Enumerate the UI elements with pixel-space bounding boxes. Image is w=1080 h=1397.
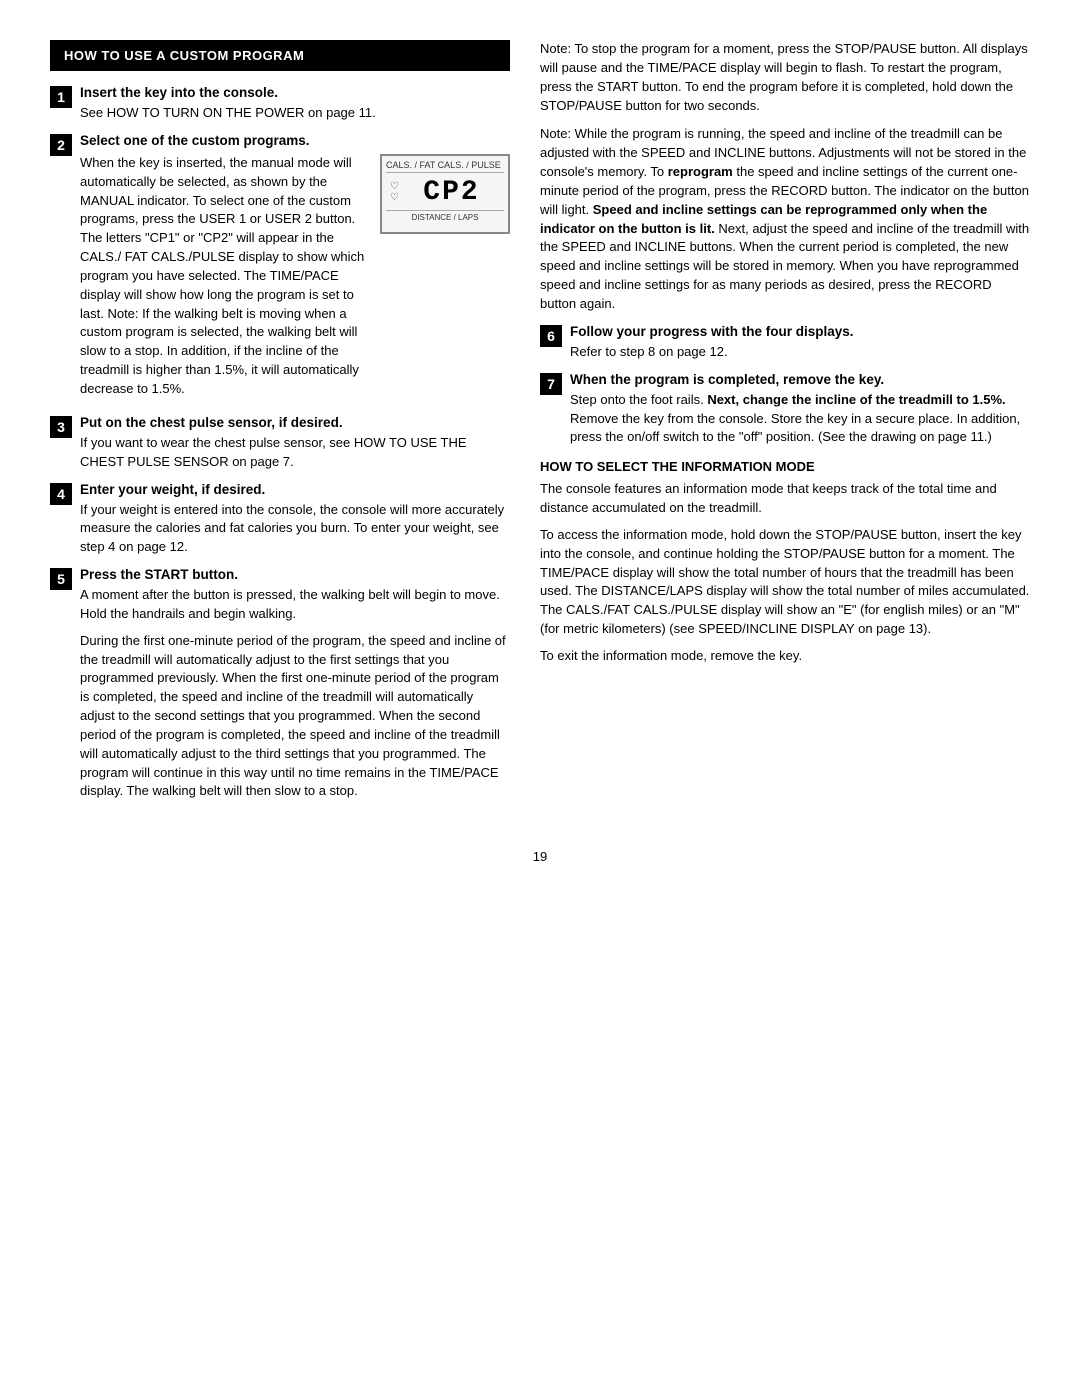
step-4-number: 4 xyxy=(50,483,72,505)
step-5-body2: During the first one-minute period of th… xyxy=(80,632,510,802)
step-2: 2 Select one of the custom programs. Whe… xyxy=(50,133,510,405)
step-7-body-end: Remove the key from the console. Store t… xyxy=(570,411,1020,445)
page-number: 19 xyxy=(50,849,1030,864)
step-3-title: Put on the chest pulse sensor, if desire… xyxy=(80,415,510,430)
step-7-title: When the program is completed, remove th… xyxy=(570,372,1030,387)
info-mode-para1: The console features an information mode… xyxy=(540,480,1030,518)
step-7: 7 When the program is completed, remove … xyxy=(540,372,1030,448)
step-7-body-intro: Step onto the foot rails. xyxy=(570,392,707,407)
step-1-number: 1 xyxy=(50,86,72,108)
step-2-body: When the key is inserted, the manual mod… xyxy=(80,154,370,399)
console-display-illustration: CALS. / FAT CALS. / PULSE ♡♡ CP2 DISTANC… xyxy=(380,154,510,234)
step-2-title: Select one of the custom programs. xyxy=(80,133,510,148)
console-main-text: CP2 xyxy=(403,177,500,208)
step-6-number: 6 xyxy=(540,325,562,347)
step-1: 1 Insert the key into the console. See H… xyxy=(50,85,510,123)
right-note-1: Note: To stop the program for a moment, … xyxy=(540,40,1030,115)
console-bottom-label: DISTANCE / LAPS xyxy=(386,210,504,222)
step-4-title: Enter your weight, if desired. xyxy=(80,482,510,497)
step-6: 6 Follow your progress with the four dis… xyxy=(540,324,1030,362)
step-4-body: If your weight is entered into the conso… xyxy=(80,501,510,558)
page-container: HOW TO USE A CUSTOM PROGRAM 1 Insert the… xyxy=(50,40,1030,864)
step-1-title: Insert the key into the console. xyxy=(80,85,510,100)
left-column: HOW TO USE A CUSTOM PROGRAM 1 Insert the… xyxy=(50,40,510,819)
info-mode-para3: To exit the information mode, remove the… xyxy=(540,647,1030,666)
main-content: HOW TO USE A CUSTOM PROGRAM 1 Insert the… xyxy=(50,40,1030,819)
step-2-number: 2 xyxy=(50,134,72,156)
step-2-inline: When the key is inserted, the manual mod… xyxy=(80,154,510,399)
info-mode-para2: To access the information mode, hold dow… xyxy=(540,526,1030,639)
console-top-row: CALS. / FAT CALS. / PULSE xyxy=(386,160,504,173)
console-top-label: CALS. / FAT CALS. / PULSE xyxy=(386,160,501,170)
step-5: 5 Press the START button. A moment after… xyxy=(50,567,510,809)
step-4: 4 Enter your weight, if desired. If your… xyxy=(50,482,510,558)
info-mode-header: HOW TO SELECT THE INFORMATION MODE xyxy=(540,459,1030,474)
step-7-bold: Next, change the incline of the treadmil… xyxy=(707,392,1005,407)
heart-icon: ♡♡ xyxy=(390,181,399,203)
step-3-body: If you want to wear the chest pulse sens… xyxy=(80,434,510,472)
step-3: 3 Put on the chest pulse sensor, if desi… xyxy=(50,415,510,472)
step-5-body1: A moment after the button is pressed, th… xyxy=(80,586,510,624)
step-5-title: Press the START button. xyxy=(80,567,510,582)
step-7-body: Step onto the foot rails. Next, change t… xyxy=(570,391,1030,448)
step-7-number: 7 xyxy=(540,373,562,395)
step-5-number: 5 xyxy=(50,568,72,590)
step-6-body: Refer to step 8 on page 12. xyxy=(570,343,1030,362)
step-1-body: See HOW TO TURN ON THE POWER on page 11. xyxy=(80,104,510,123)
right-note-2: Note: While the program is running, the … xyxy=(540,125,1030,313)
step-6-title: Follow your progress with the four displ… xyxy=(570,324,1030,339)
section-header: HOW TO USE A CUSTOM PROGRAM xyxy=(50,40,510,71)
step-2-text: When the key is inserted, the manual mod… xyxy=(80,154,370,399)
right-column: Note: To stop the program for a moment, … xyxy=(540,40,1030,819)
step-3-number: 3 xyxy=(50,416,72,438)
note2-bold: reprogram xyxy=(668,164,733,179)
